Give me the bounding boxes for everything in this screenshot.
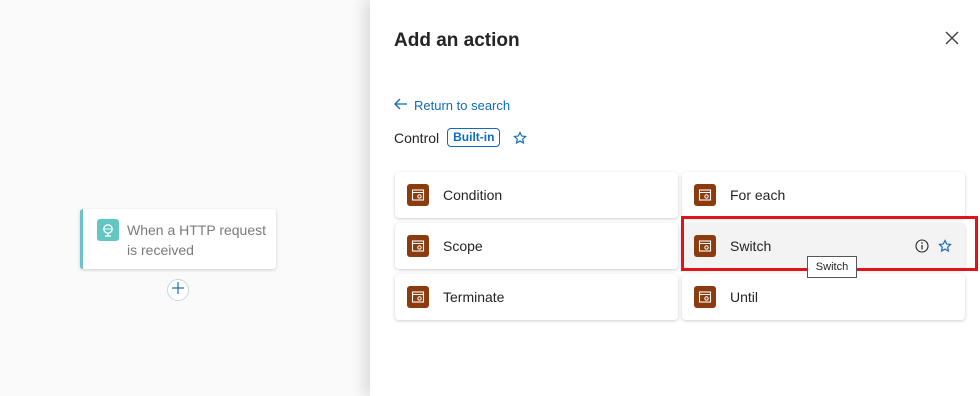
arrow-left-icon [394,98,408,113]
action-label: Terminate [443,289,505,305]
action-label: Scope [443,238,483,254]
info-icon[interactable] [915,239,929,253]
action-card-condition[interactable]: Condition [395,172,678,218]
action-card-until[interactable]: Until [682,274,965,320]
control-icon [694,235,716,257]
control-icon [407,286,429,308]
add-action-panel: Add an action Return to search Control B… [370,0,980,396]
panel-title: Add an action [394,30,520,51]
action-label: Condition [443,187,503,203]
close-icon [945,31,959,50]
designer-canvas: When a HTTP request is received [0,0,370,396]
trigger-title: When a HTTP request is received [127,222,267,258]
star-icon[interactable] [513,130,528,145]
return-to-search-link[interactable]: Return to search [394,98,510,113]
connector-header: Control Built-in [394,128,528,147]
return-link-label: Return to search [414,98,511,113]
http-request-icon [97,219,119,241]
built-in-badge: Built-in [447,128,501,147]
action-card-scope[interactable]: Scope [395,223,678,269]
add-step-button[interactable] [167,279,189,301]
control-icon [694,184,716,206]
action-card-for-each[interactable]: For each [682,172,965,218]
control-icon [407,184,429,206]
trigger-card[interactable]: When a HTTP request is received [80,209,276,269]
action-label: Switch [730,238,772,254]
connector-name: Control [394,129,440,146]
star-icon[interactable] [938,239,952,253]
control-icon [694,286,716,308]
control-icon [407,235,429,257]
tooltip: Switch [807,256,857,278]
plus-icon [171,281,185,300]
action-card-terminate[interactable]: Terminate [395,274,678,320]
close-button[interactable] [942,30,962,50]
action-label: Until [730,289,759,305]
action-label: For each [730,187,786,203]
